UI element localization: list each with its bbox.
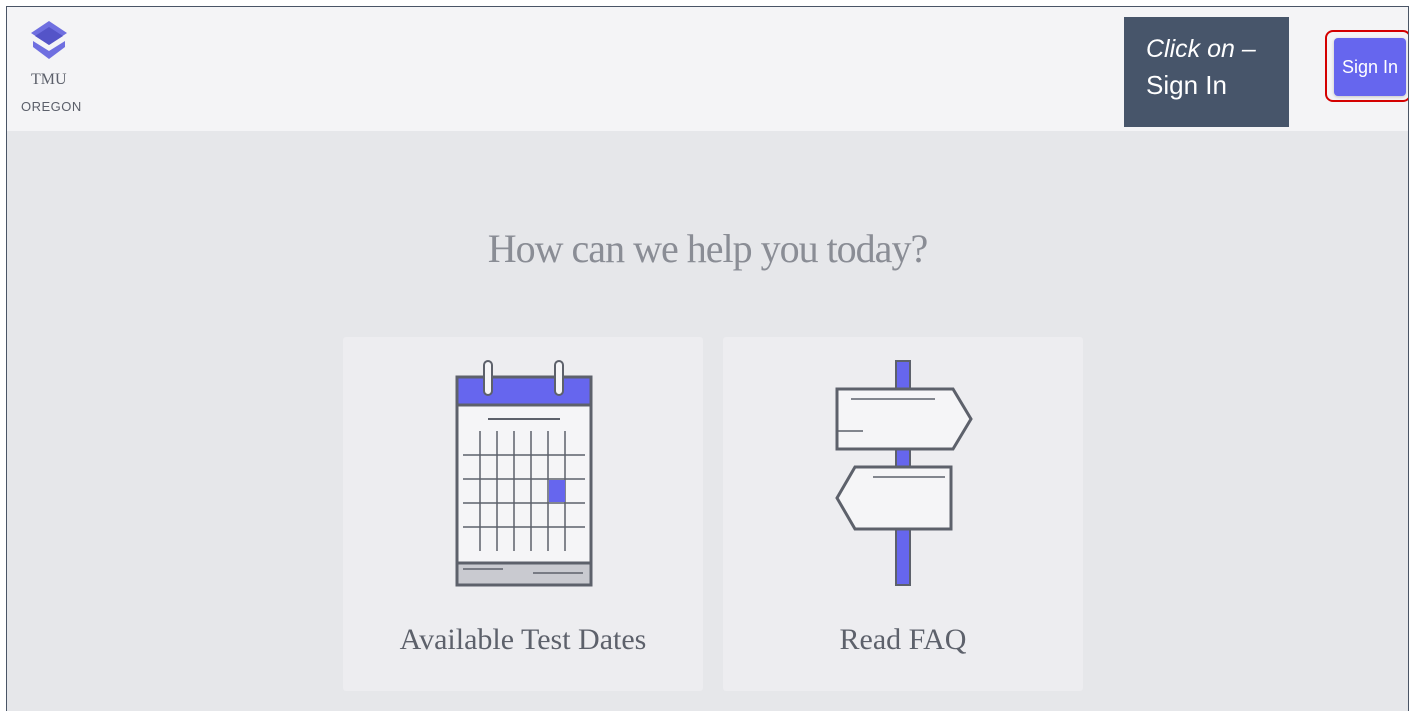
top-header: TMU OREGON Click on – Sign In Sign In: [7, 7, 1408, 131]
card-label: Read FAQ: [839, 623, 967, 656]
card-read-faq[interactable]: Read FAQ: [723, 337, 1083, 691]
instruction-callout: Click on – Sign In: [1124, 17, 1289, 127]
page-heading: How can we help you today?: [487, 226, 928, 271]
logo-subtitle: OREGON: [21, 99, 82, 114]
page-frame: TMU OREGON Click on – Sign In Sign In Ho…: [6, 6, 1409, 711]
card-available-test-dates[interactable]: Available Test Dates: [343, 337, 703, 691]
logo-title: TMU: [31, 71, 67, 88]
callout-line-1: Click on –: [1146, 35, 1256, 63]
graduation-cap-icon: [31, 21, 67, 59]
calendar-icon: [455, 360, 593, 587]
sign-in-button[interactable]: Sign In: [1334, 38, 1406, 96]
card-label: Available Test Dates: [399, 623, 647, 656]
signpost-icon: [835, 360, 973, 586]
callout-line-2: Sign In: [1146, 70, 1227, 100]
